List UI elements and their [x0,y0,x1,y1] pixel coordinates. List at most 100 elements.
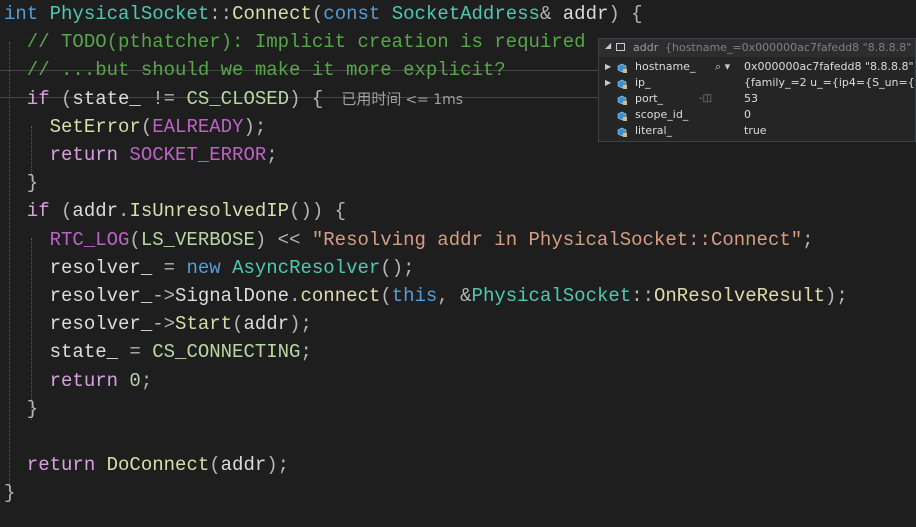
code-token: ) << [254,228,312,251]
code-token: != [152,87,187,110]
code-line[interactable]: } [4,479,15,507]
code-token: ) { [608,3,643,25]
datatip-row[interactable]: port_ -◫ 53 [599,91,915,107]
code-token: ; [802,228,814,251]
code-line[interactable]: } [4,169,38,197]
code-token: , & [437,285,472,307]
datatip-popup[interactable]: ◢ addr {hostname_=0x000000ac7fafedd8 "8.… [598,38,916,142]
code-line[interactable]: int PhysicalSocket::Connect(const Socket… [4,0,643,28]
code-token: . [289,285,301,307]
code-token: resolver_ [4,313,153,336]
code-line[interactable]: return 0; [4,367,153,395]
code-token: addr [72,200,119,223]
perf-tip-label: 已用时间 [341,89,402,108]
code-token: int [4,3,50,25]
code-token: CS_CONNECTING [152,341,301,364]
code-token: ); [825,285,848,307]
code-token: ( [311,3,324,25]
code-line[interactable]: // ...but should we make it more explici… [4,56,506,84]
code-token: ( [140,115,153,138]
code-line[interactable]: resolver_->SignalDone.connect(this, &Phy… [4,282,848,310]
code-token: return [4,369,130,392]
datatip-row[interactable]: ▶ ip_ {family_=2 u_={ip4={S_un={S_un [599,75,915,91]
datatip-field-value[interactable]: 0 [744,107,751,123]
code-editor[interactable]: int PhysicalSocket::Connect(const Socket… [0,0,916,527]
code-token: SOCKET_ERROR [129,144,267,166]
datatip-field-value[interactable]: true [744,123,767,139]
field-icon [617,94,627,105]
code-token: = [163,256,187,279]
code-token: ) { [289,87,324,110]
field-icon [617,78,627,89]
pin-icon[interactable]: -◫ [699,91,712,107]
code-line[interactable]: return SOCKET_ERROR; [4,141,278,169]
code-token: . [118,200,130,223]
code-token: addr [562,3,609,25]
code-token: IsUnresolvedIP [129,200,290,223]
visualizer-search-icon[interactable]: ⌕ ▾ [715,59,730,75]
code-token: -> [152,285,176,307]
code-token: // ...but should we make it more explici… [4,59,506,82]
datatip-field-name: ip_ [635,76,651,89]
code-token: ( [232,313,244,336]
datatip-field-value[interactable]: 53 [744,91,758,107]
expand-icon[interactable]: ▶ [605,75,611,91]
perf-tip[interactable]: 已用时间 <= 1ms [341,90,463,108]
code-line[interactable]: resolver_->Start(addr); [4,310,312,338]
datatip-field-value[interactable]: {family_=2 u_={ip4={S_un={S_un [744,75,915,91]
datatip-field-name: port_ [635,92,664,105]
object-icon [616,43,625,51]
code-token: :: [209,3,233,25]
code-line[interactable]: // TODO(pthatcher): Implicit creation is… [4,28,586,56]
code-token: -> [152,313,176,336]
code-token: ); [243,115,267,138]
expand-icon[interactable]: ▶ [605,59,611,75]
code-token: SocketAddress [391,3,540,25]
code-line[interactable]: if (addr.IsUnresolvedIP()) { [4,197,346,225]
collapse-icon[interactable]: ◢ [605,41,611,50]
code-token: addr [243,313,290,336]
datatip-row[interactable]: literal_ true [599,123,915,139]
code-token: CS_CLOSED [186,87,290,110]
code-line[interactable]: if (state_ != CS_CLOSED) {已用时间 <= 1ms [4,85,463,113]
code-line[interactable]: } [4,395,38,423]
code-token: const [323,3,392,25]
code-token: EALREADY [152,115,244,138]
datatip-row[interactable]: scope_id_ 0 [599,107,915,123]
code-token: (); [380,256,415,279]
code-token: ; [266,144,278,166]
datatip-row[interactable]: ▶ hostname_ ⌕ ▾ 0x000000ac7fafedd8 "8.8.8.8… [599,59,915,75]
field-icon [617,110,627,121]
code-token: SetError [4,115,141,138]
code-token: = [129,341,153,364]
code-token: ; [300,341,312,364]
field-icon [617,62,627,73]
code-token: DoConnect [106,454,210,477]
code-token: ( [380,285,392,307]
code-token: ); [289,313,312,336]
code-token: & [539,3,563,25]
datatip-field-name: hostname_ [635,60,696,73]
code-token: // TODO(pthatcher): Implicit creation is… [4,31,586,54]
code-token: if [4,87,62,110]
code-token: return [4,144,130,166]
code-token: } [4,397,39,420]
code-token: "Resolving addr in PhysicalSocket::Conne… [311,228,803,251]
code-token: RTC_LOG [4,228,130,251]
datatip-field-name: literal_ [635,124,673,137]
code-token: ( [129,228,141,251]
code-line[interactable]: return DoConnect(addr); [4,451,289,479]
code-token: state_ [4,341,130,364]
code-line[interactable]: RTC_LOG(LS_VERBOSE) << "Resolving addr i… [4,226,814,254]
code-token: ()) { [289,200,347,223]
code-line[interactable]: state_ = CS_CONNECTING; [4,338,312,366]
code-token: addr [220,454,267,477]
datatip-field-value[interactable]: 0x000000ac7fafedd8 "8.8.8.8" [744,59,914,75]
code-token: connect [300,285,381,307]
code-token: 0 [129,369,141,392]
code-line[interactable]: resolver_ = new AsyncResolver(); [4,254,415,282]
code-token: state_ [72,87,153,110]
code-line[interactable]: SetError(EALREADY); [4,113,267,141]
code-token: :: [631,285,654,307]
datatip-header[interactable]: ◢ addr {hostname_=0x000000ac7fafedd8 "8.… [599,39,915,57]
